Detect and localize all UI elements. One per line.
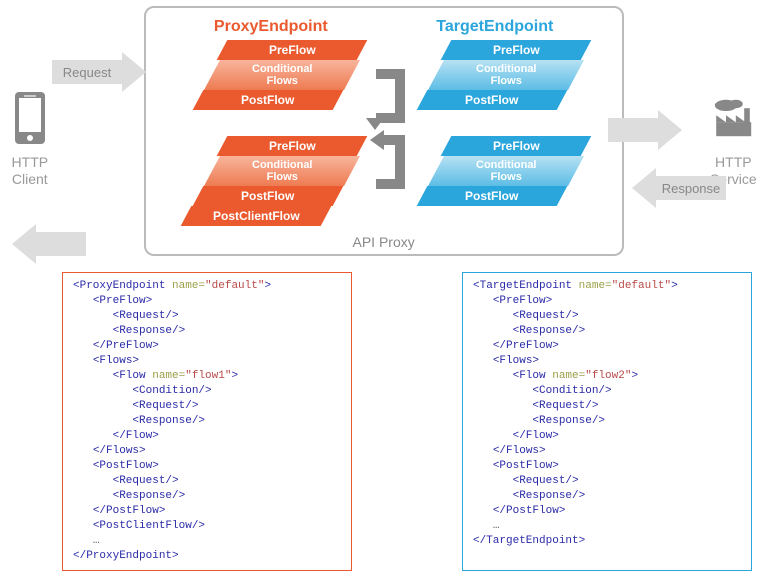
target-req-condflows: ConditionalFlows (428, 60, 584, 90)
arrow-left-icon (12, 224, 36, 264)
proxy-req-postflow: PostFlow (192, 90, 343, 110)
arrow-right-icon (122, 52, 146, 92)
response-arrow-label: Response (656, 176, 726, 200)
proxy-req-condflows: ConditionalFlows (204, 60, 360, 90)
http-service-column: HTTPService (684, 0, 783, 188)
target-res-preflow: PreFlow (440, 136, 591, 156)
target-endpoint-title: TargetEndpoint (436, 18, 553, 36)
http-client-label: HTTPClient (12, 154, 49, 188)
target-req-postflow: PostFlow (416, 90, 567, 110)
column-titles: ProxyEndpoint TargetEndpoint (160, 18, 608, 36)
arrow-left-icon (632, 168, 656, 208)
proxy-res-condflows: ConditionalFlows (204, 156, 360, 186)
proxy-res-preflow: PreFlow (216, 136, 367, 156)
code-row: <ProxyEndpoint name="default"> <PreFlow>… (0, 256, 783, 571)
arrow-right-icon (658, 110, 682, 150)
proxy-endpoint-code: <ProxyEndpoint name="default"> <PreFlow>… (62, 272, 352, 571)
target-endpoint-code: <TargetEndpoint name="default"> <PreFlow… (462, 272, 752, 571)
target-res-condflows: ConditionalFlows (428, 156, 584, 186)
factory-icon (712, 90, 754, 146)
request-arrow-label: Request (52, 60, 122, 84)
http-client-column: HTTPClient (0, 0, 60, 188)
to-client-arrow (12, 224, 86, 264)
target-request-stack: PreFlow ConditionalFlows PostFlow (406, 40, 586, 110)
proxy-res-postclientflow: PostClientFlow (180, 206, 331, 226)
proxy-endpoint-title: ProxyEndpoint (214, 18, 328, 36)
response-flow-row: PreFlow ConditionalFlows PostFlow PostCl… (160, 136, 608, 226)
response-arrow: Response (632, 168, 726, 208)
api-proxy-box: ProxyEndpoint TargetEndpoint PreFlow Con… (144, 6, 624, 256)
request-arrow: Request (52, 52, 146, 92)
proxy-res-postflow: PostFlow (192, 186, 343, 206)
target-response-stack: PreFlow ConditionalFlows PostFlow (406, 136, 586, 226)
center-column: ProxyEndpoint TargetEndpoint PreFlow Con… (60, 0, 684, 256)
target-req-preflow: PreFlow (440, 40, 591, 60)
api-proxy-caption: API Proxy (146, 234, 622, 250)
request-flow-row: PreFlow ConditionalFlows PostFlow PreFlo… (160, 40, 608, 110)
phone-icon (9, 90, 51, 146)
proxy-request-stack: PreFlow ConditionalFlows PostFlow (182, 40, 362, 110)
to-service-arrow (608, 110, 682, 150)
proxy-response-stack: PreFlow ConditionalFlows PostFlow PostCl… (182, 136, 362, 226)
target-res-postflow: PostFlow (416, 186, 567, 206)
proxy-req-preflow: PreFlow (216, 40, 367, 60)
